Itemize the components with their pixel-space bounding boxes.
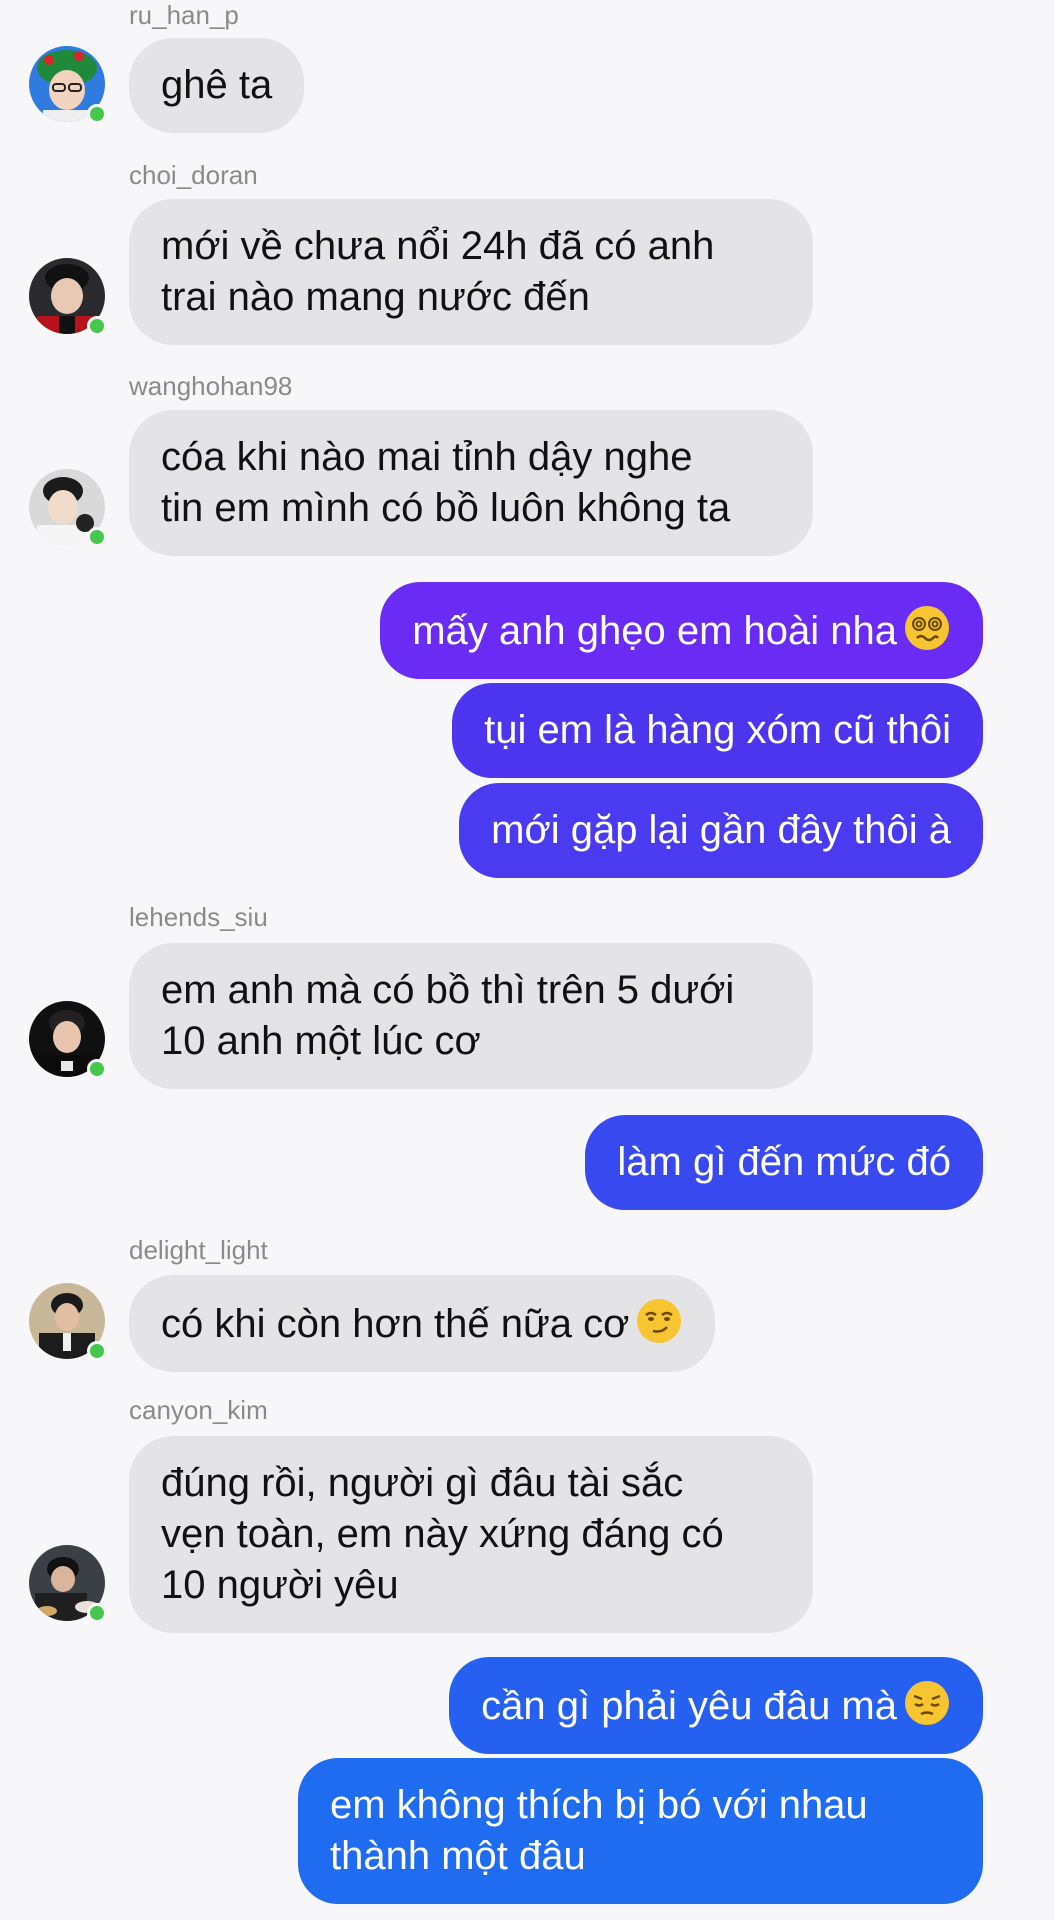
message-text: mấy anh ghẹo em hoài nha bbox=[412, 609, 897, 653]
avatar[interactable] bbox=[29, 258, 107, 336]
sender-name: canyon_kim bbox=[129, 1395, 268, 1425]
avatar[interactable] bbox=[29, 1001, 107, 1079]
online-status-dot bbox=[87, 1059, 107, 1079]
message-bubble-outgoing[interactable]: tụi em là hàng xóm cũ thôi bbox=[452, 683, 983, 778]
avatar[interactable] bbox=[29, 1283, 107, 1361]
message-text: em không thích bị bó với nhau thành một … bbox=[330, 1783, 868, 1878]
message-text: có khi còn hơn thế nữa cơ bbox=[161, 1302, 630, 1346]
message-text: đúng rồi, người gì đâu tài sắc vẹn toàn,… bbox=[161, 1461, 724, 1607]
message-text: em anh mà có bồ thì trên 5 dưới 10 anh m… bbox=[161, 968, 735, 1063]
avatar[interactable] bbox=[29, 46, 107, 124]
message-text: mới gặp lại gần đây thôi à bbox=[491, 808, 951, 852]
sender-name: wanghohan98 bbox=[129, 371, 293, 401]
message-text: tụi em là hàng xóm cũ thôi bbox=[484, 708, 951, 752]
message-text: cần gì phải yêu đâu mà bbox=[481, 1684, 897, 1728]
avatar[interactable] bbox=[29, 1545, 107, 1623]
sender-name: delight_light bbox=[129, 1235, 268, 1265]
pensive-face-emoji bbox=[903, 1679, 951, 1727]
message-bubble-incoming[interactable]: mới về chưa nổi 24h đã có anh trai nào m… bbox=[129, 199, 813, 345]
avatar[interactable] bbox=[29, 469, 107, 547]
online-status-dot bbox=[87, 1341, 107, 1361]
message-bubble-outgoing[interactable]: mấy anh ghẹo em hoài nha bbox=[380, 582, 983, 679]
online-status-dot bbox=[87, 527, 107, 547]
message-bubble-incoming[interactable]: cóa khi nào mai tỉnh dậy nghe tin em mìn… bbox=[129, 410, 813, 556]
message-bubble-incoming[interactable]: em anh mà có bồ thì trên 5 dưới 10 anh m… bbox=[129, 943, 813, 1089]
message-bubble-outgoing[interactable]: cần gì phải yêu đâu mà bbox=[449, 1657, 983, 1754]
sender-name: lehends_siu bbox=[129, 902, 268, 932]
message-bubble-outgoing[interactable]: mới gặp lại gần đây thôi à bbox=[459, 783, 983, 878]
online-status-dot bbox=[87, 1603, 107, 1623]
message-bubble-incoming[interactable]: có khi còn hơn thế nữa cơ bbox=[129, 1275, 716, 1372]
message-text: mới về chưa nổi 24h đã có anh trai nào m… bbox=[161, 224, 715, 319]
sender-name: choi_doran bbox=[129, 160, 258, 190]
message-text: làm gì đến mức đó bbox=[617, 1140, 951, 1184]
dizzy-face-emoji bbox=[903, 604, 951, 652]
message-bubble-outgoing[interactable]: em không thích bị bó với nhau thành một … bbox=[298, 1758, 983, 1904]
message-text: cóa khi nào mai tỉnh dậy nghe tin em mìn… bbox=[161, 435, 731, 530]
message-bubble-outgoing[interactable]: làm gì đến mức đó bbox=[585, 1115, 983, 1210]
sender-name: ru_han_p bbox=[129, 0, 239, 30]
smirking-face-emoji bbox=[635, 1297, 683, 1345]
online-status-dot bbox=[87, 316, 107, 336]
online-status-dot bbox=[87, 104, 107, 124]
message-bubble-incoming[interactable]: ghê ta bbox=[129, 38, 305, 133]
message-text: ghê ta bbox=[161, 63, 273, 107]
message-bubble-incoming[interactable]: đúng rồi, người gì đâu tài sắc vẹn toàn,… bbox=[129, 1436, 813, 1633]
